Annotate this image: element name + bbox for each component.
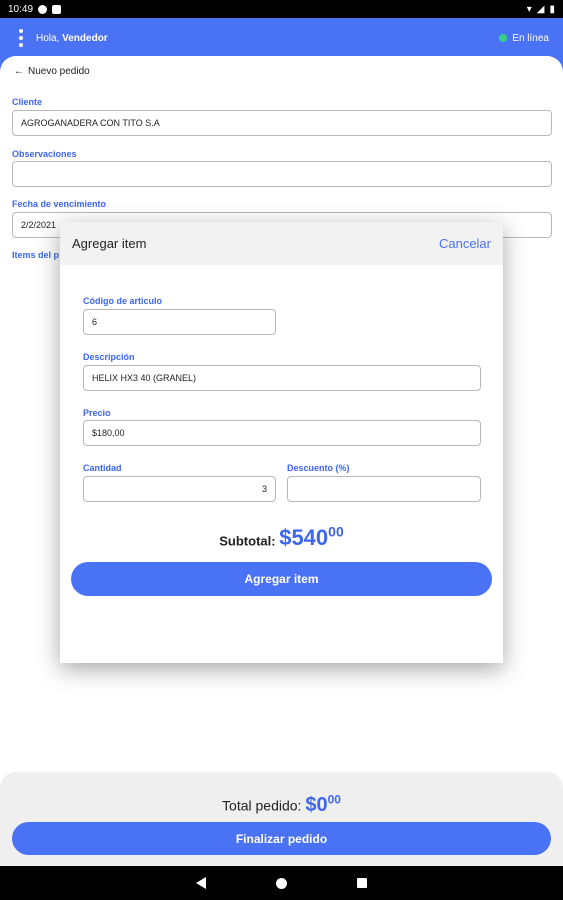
user-name: Vendedor bbox=[62, 32, 108, 44]
subtotal-amount: $54000 bbox=[279, 524, 344, 551]
due-date-value: 2/2/2021 bbox=[21, 220, 57, 230]
price-value: $180,00 bbox=[92, 428, 125, 438]
subtotal: Subtotal: $54000 bbox=[60, 524, 503, 551]
order-total: Total pedido: $000 bbox=[0, 792, 563, 817]
discount-label: Descuento (%) bbox=[287, 463, 350, 473]
overflow-menu-icon[interactable] bbox=[14, 29, 28, 47]
client-field[interactable]: AGROGANADERA CON TITO S.A bbox=[12, 110, 552, 136]
subtotal-label: Subtotal: bbox=[219, 533, 276, 549]
back-arrow-icon: ← bbox=[14, 66, 24, 77]
system-nav-bar bbox=[0, 866, 563, 900]
code-label: Código de articulo bbox=[83, 296, 163, 306]
online-dot-icon bbox=[499, 34, 508, 42]
observations-field[interactable] bbox=[12, 161, 552, 187]
total-label: Total pedido: bbox=[222, 797, 302, 814]
price-field[interactable]: $180,00 bbox=[83, 420, 481, 446]
quantity-field[interactable]: 3 bbox=[83, 476, 276, 502]
back-button[interactable]: ← Nuevo pedido bbox=[14, 66, 90, 77]
total-cents: 00 bbox=[327, 792, 341, 806]
dialog-header: Agregar item Cancelar bbox=[60, 222, 503, 265]
subtotal-amount-value: $540 bbox=[279, 525, 329, 551]
sd-card-icon bbox=[52, 4, 62, 14]
code-value: 6 bbox=[92, 317, 98, 327]
page-title: Nuevo pedido bbox=[28, 66, 90, 77]
observations-label: Observaciones bbox=[12, 149, 77, 159]
dialog-title: Agregar item bbox=[72, 236, 147, 251]
price-label: Precio bbox=[83, 408, 111, 418]
nav-back-icon[interactable] bbox=[196, 877, 206, 889]
cancel-button[interactable]: Cancelar bbox=[439, 236, 491, 251]
connection-status: En línea bbox=[499, 33, 549, 44]
client-value: AGROGANADERA CON TITO S.A bbox=[21, 118, 160, 128]
description-value: HELIX HX3 40 (GRANEL) bbox=[92, 373, 197, 383]
add-item-dialog: Agregar item Cancelar Código de articulo… bbox=[60, 222, 503, 663]
signal-icon: ◢ bbox=[536, 3, 545, 15]
app-header: Hola, Vendedor En línea bbox=[0, 18, 563, 58]
nav-home-icon[interactable] bbox=[276, 877, 287, 889]
order-summary: Total pedido: $000 Finalizar pedido bbox=[0, 772, 563, 866]
client-label: Cliente bbox=[12, 97, 43, 107]
total-amount: $000 bbox=[305, 792, 341, 816]
code-field[interactable]: 6 bbox=[83, 309, 276, 335]
greeting-prefix: Hola, bbox=[36, 32, 63, 44]
notification-icon bbox=[38, 4, 48, 14]
greeting: Hola, Vendedor bbox=[36, 33, 108, 44]
description-label: Descripción bbox=[83, 352, 135, 362]
status-bar: 10:49 ▾ ◢ ▮ bbox=[0, 0, 563, 18]
discount-field[interactable] bbox=[287, 476, 481, 502]
nav-recents-icon[interactable] bbox=[357, 878, 367, 888]
quantity-label: Cantidad bbox=[83, 463, 122, 473]
quantity-value: 3 bbox=[261, 484, 267, 494]
subtotal-cents: 00 bbox=[328, 524, 344, 540]
battery-icon: ▮ bbox=[549, 3, 555, 15]
finalize-order-button[interactable]: Finalizar pedido bbox=[12, 822, 551, 855]
add-item-button[interactable]: Agregar item bbox=[71, 562, 492, 596]
description-field[interactable]: HELIX HX3 40 (GRANEL) bbox=[83, 365, 481, 391]
items-label: Items del p bbox=[12, 250, 60, 260]
total-amount-value: $0 bbox=[305, 793, 328, 816]
wifi-icon: ▾ bbox=[526, 3, 532, 15]
status-time: 10:49 bbox=[8, 3, 34, 15]
due-date-label: Fecha de vencimiento bbox=[12, 199, 107, 209]
connection-status-label: En línea bbox=[512, 32, 549, 44]
